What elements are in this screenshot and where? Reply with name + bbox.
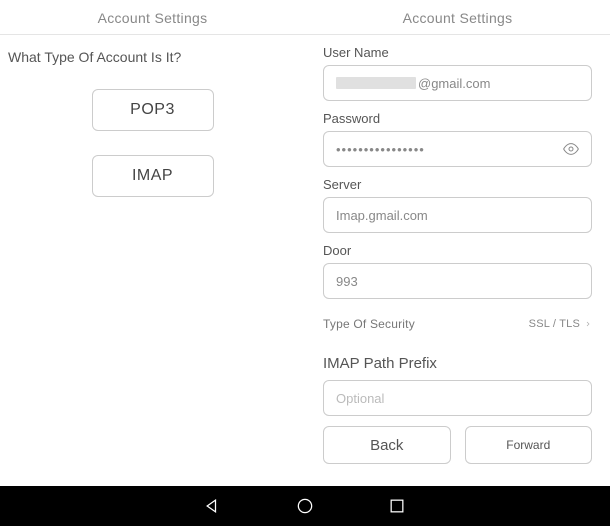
- server-input[interactable]: [336, 208, 579, 223]
- door-label: Door: [323, 243, 592, 258]
- android-nav-bar: [0, 486, 610, 526]
- security-label: Type Of Security: [323, 317, 415, 331]
- password-field[interactable]: ••••••••••••••••: [323, 131, 592, 167]
- left-panel: Account Settings What Type Of Account Is…: [0, 0, 305, 486]
- security-row[interactable]: Type Of Security SSL / TLS: [323, 317, 592, 331]
- eye-icon[interactable]: [563, 141, 579, 157]
- door-field[interactable]: [323, 263, 592, 299]
- username-field[interactable]: @gmail.com: [323, 65, 592, 101]
- prefix-field[interactable]: [323, 380, 592, 416]
- imap-button[interactable]: IMAP: [92, 155, 214, 197]
- password-label: Password: [323, 111, 592, 126]
- server-field[interactable]: [323, 197, 592, 233]
- server-label: Server: [323, 177, 592, 192]
- forward-button[interactable]: Forward: [465, 426, 593, 464]
- account-type-question: What Type Of Account Is It?: [8, 49, 297, 65]
- right-header: Account Settings: [305, 0, 610, 34]
- prefix-label: IMAP Path Prefix: [323, 355, 592, 372]
- security-value: SSL / TLS: [529, 318, 592, 330]
- left-header: Account Settings: [0, 0, 305, 34]
- password-value: ••••••••••••••••: [336, 142, 563, 157]
- pop3-button[interactable]: POP3: [92, 89, 214, 131]
- nav-home-icon[interactable]: [295, 496, 315, 516]
- right-panel: Account Settings User Name @gmail.com Pa…: [305, 0, 610, 486]
- chevron-right-icon: [584, 320, 592, 328]
- door-input[interactable]: [336, 274, 579, 289]
- nav-back-icon[interactable]: [203, 496, 223, 516]
- redacted-username: [336, 77, 416, 89]
- username-suffix: @gmail.com: [418, 76, 490, 91]
- prefix-input[interactable]: [336, 391, 579, 406]
- back-button[interactable]: Back: [323, 426, 451, 464]
- nav-recent-icon[interactable]: [387, 496, 407, 516]
- username-label: User Name: [323, 45, 592, 60]
